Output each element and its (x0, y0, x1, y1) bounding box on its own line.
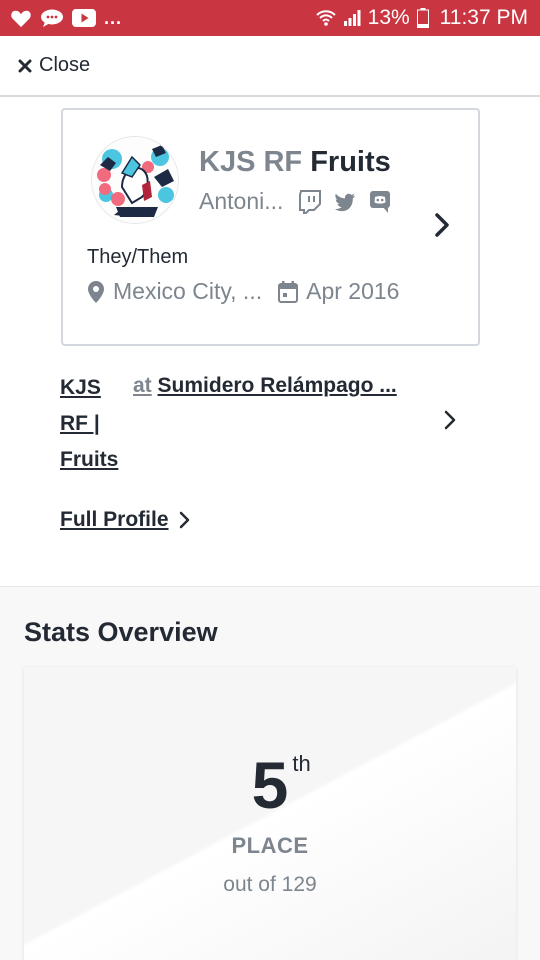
close-x-icon (18, 59, 32, 72)
joined-item: Apr 2016 (278, 278, 399, 305)
chevron-right-icon[interactable] (434, 212, 450, 238)
chevron-right-small-icon[interactable] (444, 410, 456, 430)
close-label: Close (39, 54, 91, 76)
chat-bubble-icon (41, 9, 63, 27)
place-value: 5 (251, 748, 289, 822)
wifi-icon (315, 10, 336, 26)
realname-row: Antoni... (199, 188, 391, 215)
placement-card: 5th PLACE out of 129 (24, 667, 516, 960)
real-name: Antoni... (199, 188, 284, 214)
twitch-icon[interactable] (299, 189, 322, 214)
player-avatar (91, 136, 179, 224)
full-profile-link[interactable]: Full Profile (60, 508, 190, 532)
stats-title: Stats Overview (24, 617, 218, 647)
player-profile-card[interactable]: KJS RF Fruits Antoni... They/Them Mexico… (61, 108, 480, 346)
discord-icon[interactable] (369, 190, 391, 214)
place-label: PLACE (231, 833, 309, 858)
status-time: 11:37 PM (439, 6, 528, 29)
player-handle: Fruits (310, 146, 391, 178)
battery-percent: 13% (367, 6, 410, 29)
status-notifications: ... (10, 8, 122, 29)
status-more-dots: ... (104, 7, 123, 28)
stats-section: Stats Overview 5th PLACE out of 129 (0, 586, 540, 960)
team-link-line: RF | (60, 412, 100, 435)
meta-row: Mexico City, ... Apr 2016 (87, 278, 399, 305)
location-text: Mexico City, ... (113, 278, 263, 304)
team-link-line: KJS (60, 376, 101, 399)
close-button[interactable]: Close (18, 54, 90, 77)
twitter-icon[interactable] (334, 192, 356, 212)
chevron-right-small-icon (179, 511, 189, 529)
team-link-line: Fruits (60, 448, 119, 471)
status-bar: ... 13% 11:37 PM (0, 0, 540, 36)
team-link[interactable]: KJS RF | Fruits (60, 370, 130, 478)
at-label: at (133, 374, 152, 397)
player-name: KJS RF Fruits (199, 146, 391, 179)
youtube-icon (72, 9, 96, 27)
place-suffix: th (292, 751, 311, 776)
pronouns: They/Them (87, 246, 189, 268)
location-pin-icon (88, 280, 104, 303)
team-tag: KJS RF (199, 146, 303, 178)
close-bar: Close (0, 36, 540, 97)
venue-name: Sumidero Relámpago ... (157, 374, 397, 397)
social-links (299, 189, 391, 214)
heart-icon (11, 10, 31, 28)
full-profile-label: Full Profile (60, 508, 169, 531)
entrants-count: out of 129 (223, 873, 317, 896)
battery-icon (416, 8, 429, 28)
calendar-icon (278, 280, 299, 303)
status-system: 13% 11:37 PM (315, 6, 528, 30)
location-item: Mexico City, ... (87, 278, 262, 305)
place-number: 5th (24, 747, 516, 823)
joined-date: Apr 2016 (306, 278, 400, 304)
venue-link[interactable]: at Sumidero Relámpago ... (133, 370, 397, 402)
signal-icon (343, 10, 361, 26)
